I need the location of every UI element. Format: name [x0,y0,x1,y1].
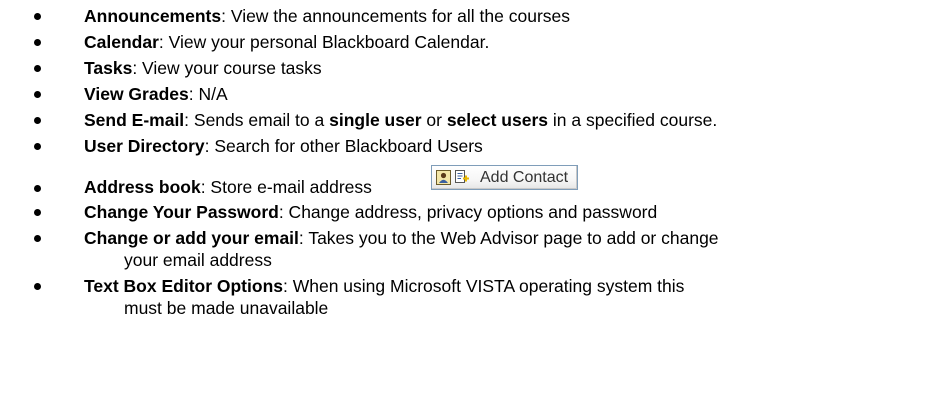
item-description-part: in a specified course. [548,110,718,130]
item-term: Change Your Password [84,202,279,222]
bullet-icon [34,13,41,20]
item-term: Text Box Editor Options [84,276,283,296]
item-description: : Change address, privacy options and pa… [278,202,658,222]
address-book-line: Address book: Store e-mail address [84,176,372,198]
item-term: User Directory [84,136,205,156]
menu-description-list: Announcements: View the announcements fo… [0,0,938,319]
item-description-continued: your email address [124,250,272,270]
item-term: Calendar [84,32,159,52]
bullet-icon [34,209,41,216]
list-item-change-email: Change or add your email: Takes you to t… [0,227,938,271]
add-contact-label: Add Contact [480,169,569,186]
list-item-change-password: Change Your Password: Change address, pr… [0,201,938,223]
list-item-calendar: Calendar: View your personal Blackboard … [0,31,938,53]
item-term: Address book [84,177,201,197]
bullet-icon [34,91,41,98]
item-description: : View your personal Blackboard Calendar… [158,32,490,52]
bullet-icon [34,283,41,290]
item-description: : View your course tasks [132,58,322,78]
item-description: : View the announcements for all the cou… [221,6,571,26]
list-item-view-grades: View Grades: N/A [0,83,938,105]
item-description-part: or [421,110,447,130]
bullet-icon [34,117,41,124]
item-description: : Store e-mail address [200,177,372,197]
item-term: View Grades [84,84,189,104]
item-description: : Takes you to the Web Advisor page to a… [298,228,719,248]
list-item-tasks: Tasks: View your course tasks [0,57,938,79]
item-term: Announcements [84,6,222,26]
select-users-emphasis: select users [446,110,549,130]
add-contact-button[interactable]: Add Contact [431,165,578,190]
item-description: : N/A [188,84,228,104]
bullet-icon [34,143,41,150]
single-user-emphasis: single user [329,110,422,130]
list-item-user-directory: User Directory: Search for other Blackbo… [0,135,938,157]
item-description: : Search for other Blackboard Users [204,136,483,156]
item-term: Tasks [84,58,133,78]
list-item-announcements: Announcements: View the announcements fo… [0,5,938,27]
add-document-icon [455,170,469,183]
list-item-address-book: Address book: Store e-mail address Add C… [0,165,938,199]
bullet-icon [34,235,41,242]
bullet-icon [34,185,41,192]
item-term: Change or add your email [84,228,299,248]
bullet-icon [34,65,41,72]
item-description: : When using Microsoft VISTA operating s… [283,276,685,296]
bullet-icon [34,39,41,46]
item-description-part: : Sends email to a [184,110,330,130]
item-description-continued: must be made unavailable [124,298,329,318]
list-item-text-box-editor: Text Box Editor Options: When using Micr… [0,275,938,319]
item-term: Send E-mail [84,110,185,130]
contact-card-icon [436,170,451,185]
list-item-send-email: Send E-mail: Sends email to a single use… [0,109,938,131]
